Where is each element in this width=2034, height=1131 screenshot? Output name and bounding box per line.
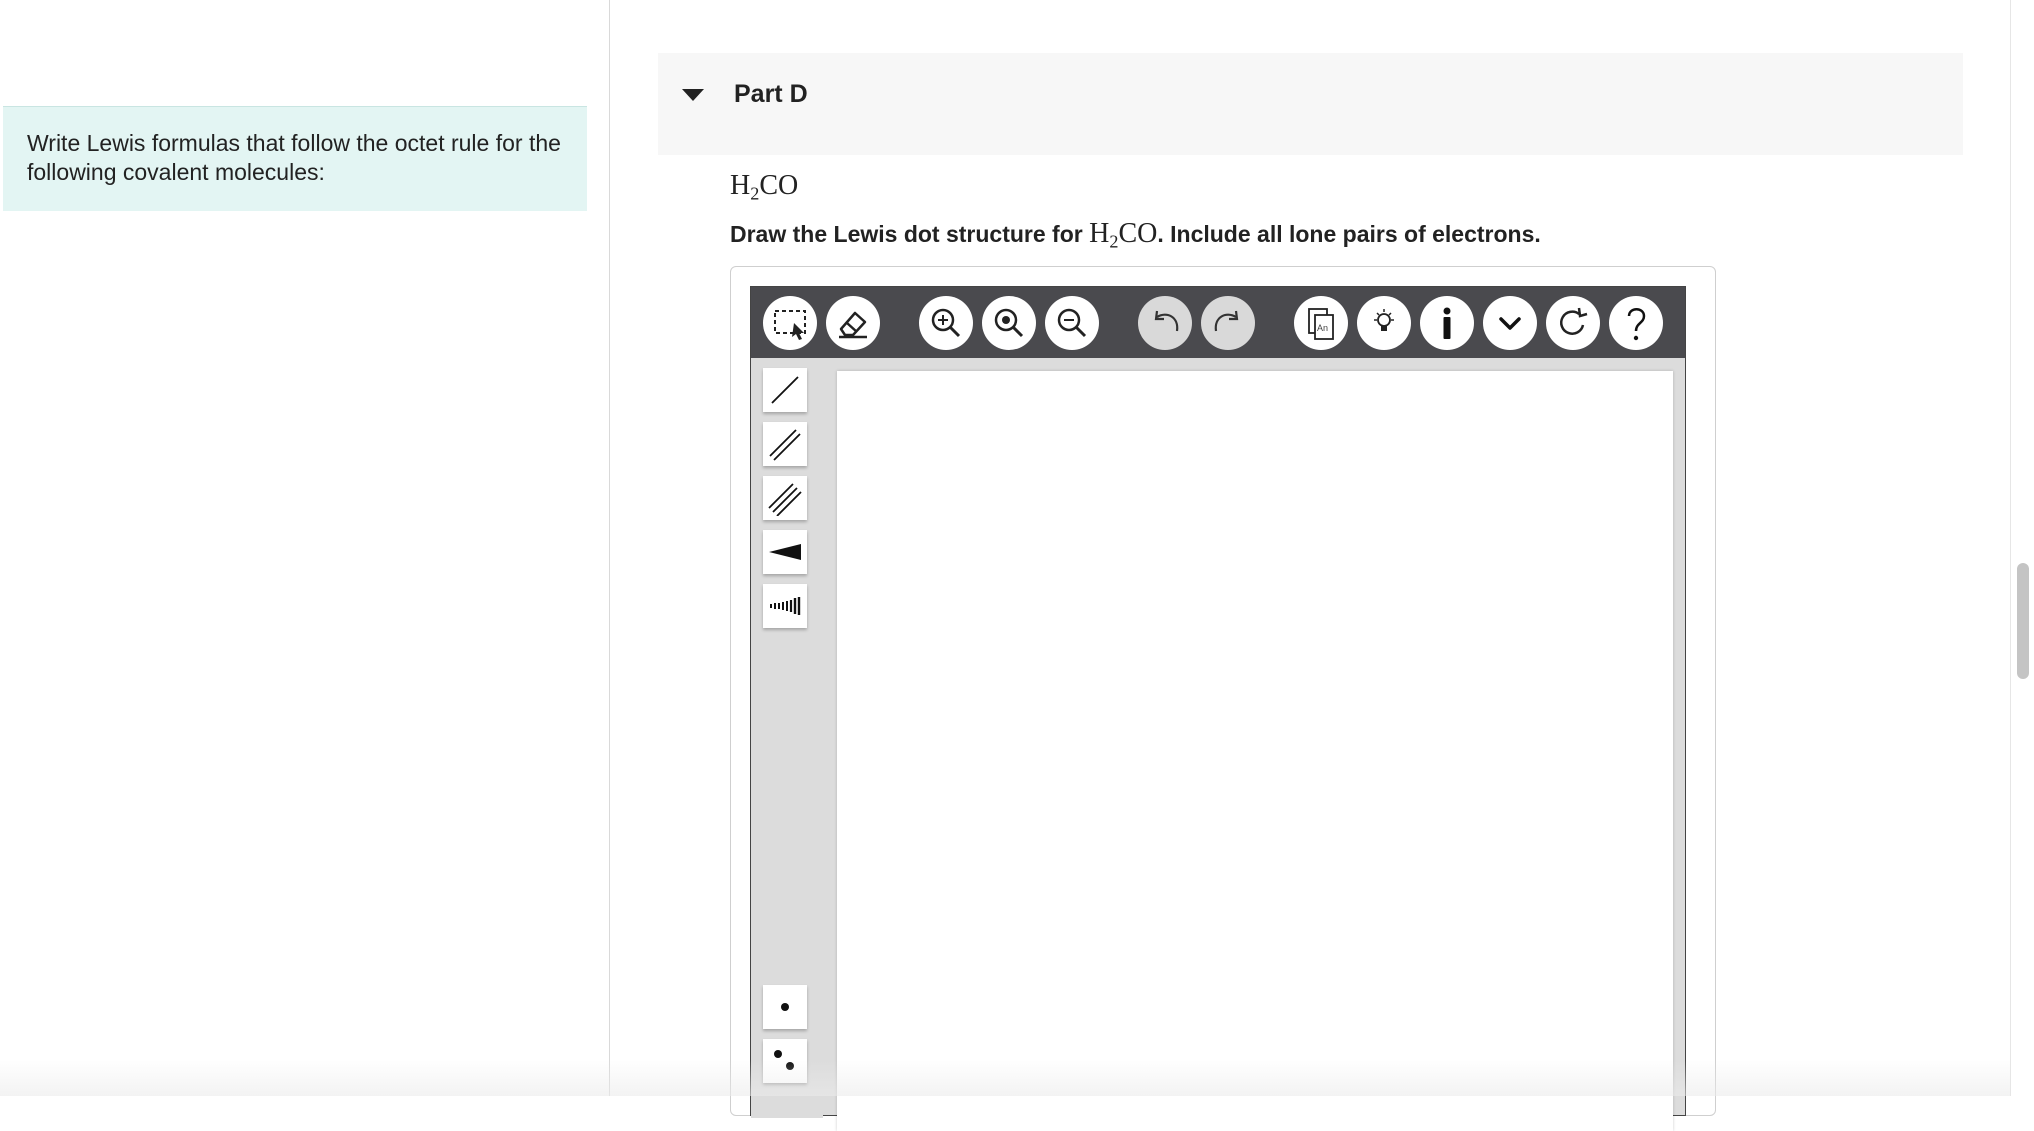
help-button[interactable] [1609,296,1663,350]
instruction-formula-h: H [1089,218,1110,249]
electron-pair-icon [774,1050,794,1070]
wedge-bond-button[interactable] [763,530,807,574]
electron-pair-button[interactable] [763,1039,807,1083]
question-intro: Write Lewis formulas that follow the oct… [3,106,587,211]
triple-bond-button[interactable] [763,476,807,520]
marquee-select-icon [774,310,806,340]
lewis-drawing-widget: An [730,266,1716,1131]
info-icon [1443,307,1451,339]
formula-rest: CO [759,170,799,201]
instruction-formula: H2CO [1089,218,1158,251]
part-header[interactable]: Part D [658,53,1963,155]
single-bond-icon [771,376,799,404]
reset-button[interactable] [1546,296,1600,350]
instruction-prefix: Draw the Lewis dot structure for [730,221,1090,247]
zoom-out-icon [1057,308,1087,338]
lone-electron-button[interactable] [763,985,807,1029]
hint-button[interactable] [1357,296,1411,350]
scrollbar-thumb[interactable] [2017,563,2029,679]
zoom-reset-icon [994,308,1024,338]
marquee-select-button[interactable] [763,296,817,350]
molecule-formula: H2CO [730,170,798,204]
collapse-triangle-icon[interactable] [682,89,704,101]
reset-icon [1560,307,1588,335]
bond-tool-palette [751,358,823,1118]
template-button[interactable]: An [1294,296,1348,350]
formula-h: H [730,170,751,201]
chevron-down-icon [1499,317,1521,330]
eraser-button[interactable] [826,296,880,350]
single-bond-button[interactable] [763,368,807,412]
left-panel: Write Lewis formulas that follow the oct… [0,0,610,1096]
template-icon: An [1308,308,1334,340]
double-bond-icon [769,429,801,461]
zoom-in-button[interactable] [919,296,973,350]
page-scrollbar[interactable] [2010,0,2034,1096]
hint-bulb-icon [1374,309,1394,331]
triple-bond-icon [768,483,802,516]
instruction-text: Draw the Lewis dot structure for H2CO. I… [730,218,1541,252]
more-options-button[interactable] [1483,296,1537,350]
undo-icon [1154,310,1179,332]
double-bond-button[interactable] [763,422,807,466]
zoom-out-button[interactable] [1045,296,1099,350]
lone-electron-icon [781,1003,789,1011]
redo-icon [1214,310,1239,332]
info-button[interactable] [1420,296,1474,350]
zoom-reset-button[interactable] [982,296,1036,350]
hash-bond-button[interactable] [763,584,807,628]
structure-editor: An [750,286,1686,1131]
eraser-icon [839,311,867,339]
undo-button[interactable] [1138,296,1192,350]
template-label: An [1317,323,1328,333]
help-icon [1627,308,1646,341]
drawing-canvas[interactable] [837,371,1673,1131]
instruction-suffix: . Include all lone pairs of electrons. [1157,221,1541,247]
hash-bond-icon [770,597,801,615]
part-title: Part D [734,80,808,108]
instruction-formula-rest: CO [1118,218,1158,249]
formula-subscript: 2 [750,183,760,204]
redo-button[interactable] [1201,296,1255,350]
editor-toolbar: An [751,287,1685,358]
wedge-bond-icon [769,544,801,560]
zoom-in-icon [931,308,961,338]
